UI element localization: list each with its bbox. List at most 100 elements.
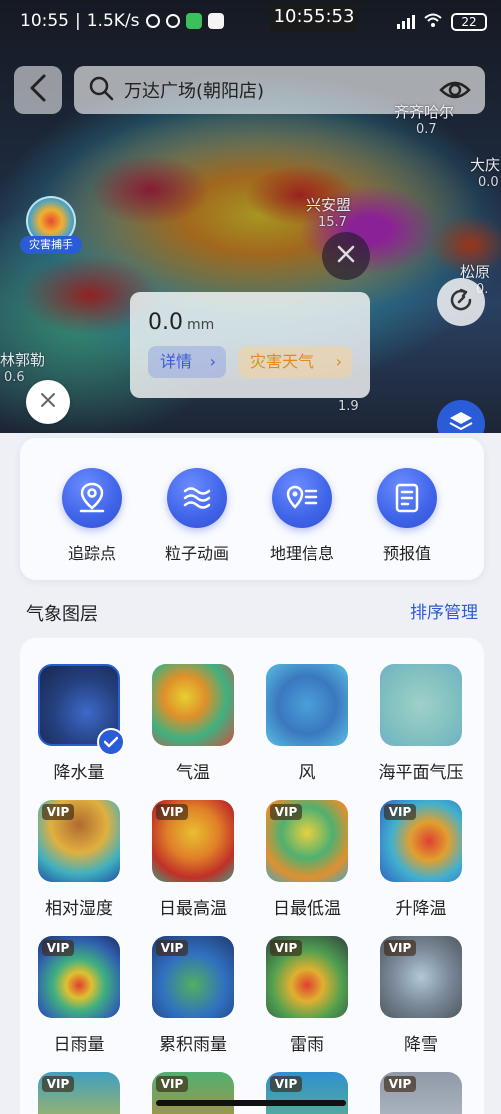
layer-thumbnail: VIP [38,1072,120,1114]
tool-tracking-point[interactable]: 追踪点 [47,468,137,564]
layer-label: 海平面气压 [378,763,464,783]
vip-badge: VIP [156,1076,188,1092]
chevron-right-icon: › [209,352,216,371]
search-query: 万达广场(朝阳店) [124,81,265,102]
map-pin-list-icon [272,468,332,528]
map-value-label: 1.9 [338,398,359,415]
layer-item[interactable]: 风 [257,664,357,783]
vip-badge: VIP [384,804,416,820]
weather-layers-title: 气象图层 [26,604,98,625]
layer-item[interactable]: VIP [371,1072,471,1114]
city-value: 0.7 [416,122,437,137]
map-marker-close-button[interactable] [322,232,370,280]
wechat-icon [185,13,202,29]
layers-icon [448,409,474,433]
layer-thumbnail: VIP [152,800,234,882]
layer-label: 日最高温 [159,899,227,919]
layer-thumbnail: VIP [38,936,120,1018]
layer-thumbnail: VIP [38,800,120,882]
amount-unit: mm [187,317,215,333]
vip-badge: VIP [384,940,416,956]
close-panel-button[interactable] [26,380,70,424]
disaster-weather-button[interactable]: 灾害天气 › [238,346,352,378]
close-icon [39,391,57,413]
vip-badge: VIP [156,804,188,820]
close-icon [336,244,356,268]
layer-thumbnail: VIP [380,1072,462,1114]
city-name: 大庆 [470,156,501,174]
vip-badge: VIP [42,804,74,820]
location-pin-icon [62,468,122,528]
status-separator: | [75,11,81,31]
tool-particle-animation[interactable]: 粒子动画 [152,468,242,564]
home-indicator[interactable] [156,1100,346,1106]
layer-item[interactable]: 降水量 [29,664,129,783]
tool-label: 地理信息 [269,544,334,563]
chevron-left-icon [28,74,48,106]
layer-thumbnail [152,664,234,746]
city-name: 齐齐哈尔 [394,103,455,121]
status-speed: 1.5K/s [86,11,140,31]
layer-label: 相对湿度 [45,899,113,919]
qq-icon [207,13,224,29]
vip-badge: VIP [42,1076,74,1092]
mute-icon [145,14,160,28]
layer-item[interactable]: VIP [257,1072,357,1114]
document-icon [377,468,437,528]
wifi-icon [423,12,443,32]
vip-badge: VIP [156,940,188,956]
layer-item[interactable]: VIP 相对湿度 [29,800,129,919]
city-value: 0.0 [478,175,499,190]
layer-label: 累积雨量 [159,1035,227,1055]
status-right: 22 [397,12,487,32]
precipitation-amount: 0.0 mm [148,310,214,335]
status-time: 10:55 [20,11,69,31]
layer-label: 风 [298,763,316,783]
tool-label: 粒子动画 [164,544,229,563]
layer-item[interactable]: VIP 日最高温 [143,800,243,919]
hazard-catcher-label: 灾害捕手 [20,236,82,254]
layer-thumbnail: VIP [152,936,234,1018]
layer-label: 日最低温 [273,899,341,919]
layer-label: 气温 [176,763,210,783]
tool-forecast-value[interactable]: 预报值 [362,468,452,564]
layer-item[interactable]: VIP [143,1072,243,1114]
tool-geo-info[interactable]: 地理信息 [257,468,347,564]
layer-item[interactable]: VIP 升降温 [371,800,471,919]
city-name: 兴安盟 [306,196,352,214]
layer-item[interactable]: VIP [29,1072,129,1114]
layer-item[interactable]: VIP 日雨量 [29,936,129,1055]
tool-label: 追踪点 [67,544,116,563]
back-button[interactable] [14,66,62,114]
layer-thumbnail: VIP [380,936,462,1018]
disaster-label: 灾害天气 [250,352,315,371]
hazard-catcher-button[interactable]: 灾害捕手 [18,192,84,258]
vip-badge: VIP [384,1076,416,1092]
vip-badge: VIP [270,940,302,956]
detail-button[interactable]: 详情 › [148,346,226,378]
layer-item[interactable]: 海平面气压 [371,664,471,783]
signal-icon [397,15,415,29]
layer-item[interactable]: VIP 雷雨 [257,936,357,1055]
layer-item[interactable]: VIP 降雪 [371,936,471,1055]
layer-item[interactable]: 气温 [143,664,243,783]
status-bar: 10:55 | 1.5K/s 10:55:53 22 [0,0,501,40]
weather-map[interactable]: 10:55 | 1.5K/s 10:55:53 22 万达广场(朝阳店) 齐齐哈… [0,0,501,433]
tools-card: 追踪点 粒子动画 地理信息 预报值 [20,438,484,580]
city-value: 1.9 [338,399,359,414]
layer-item[interactable]: VIP 累积雨量 [143,936,243,1055]
layer-label: 降雪 [404,1035,438,1055]
layers-grid: 降水量 气温风海平面气压 VIP 相对湿度 VIP 日最高温 VIP 日最低温 VIP 升降温 VI… [20,638,484,1114]
layer-thumbnail: VIP [266,800,348,882]
status-left: 10:55 | 1.5K/s [20,11,224,31]
chevron-right-icon: › [335,352,342,371]
map-city-label: 兴安盟 15.7 [306,197,351,231]
sort-manage-link[interactable]: 排序管理 [410,598,478,623]
map-city-label: 大庆 0.0 [470,157,500,191]
status-center-time: 10:55:53 [270,2,358,32]
detail-label: 详情 [160,352,193,371]
city-value: 15.7 [318,215,347,230]
refresh-button[interactable] [437,278,485,326]
layer-label: 降水量 [53,763,105,783]
layer-item[interactable]: VIP 日最低温 [257,800,357,919]
